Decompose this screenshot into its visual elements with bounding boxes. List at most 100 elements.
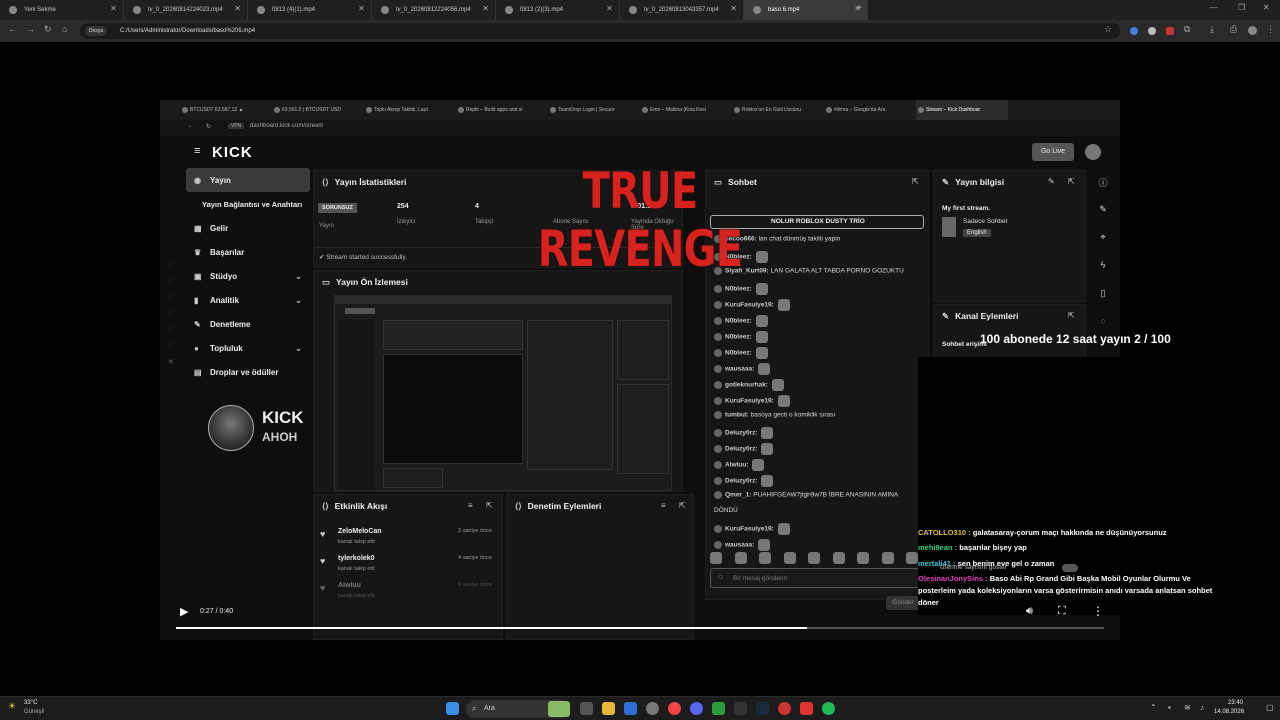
close-tab-icon[interactable]: ✕ (606, 4, 613, 13)
download-icon[interactable]: ⤓ (1210, 24, 1214, 35)
search-icon: ⌕ (472, 704, 477, 713)
extensions-puzzle-icon[interactable]: ⧉ (1184, 24, 1190, 35)
home-icon[interactable]: ⌂ (62, 24, 67, 34)
extension-icon[interactable] (1130, 27, 1138, 35)
activity-icon: ⟨⟩ (322, 501, 329, 511)
tray-icon[interactable]: ▪ (1168, 703, 1171, 712)
file-explorer-icon[interactable] (602, 702, 615, 715)
back-icon[interactable]: ← (8, 24, 17, 34)
spotify-icon[interactable] (822, 702, 835, 715)
store-icon[interactable] (624, 702, 637, 715)
tray-chevron-icon[interactable]: ⌃ (1150, 703, 1157, 712)
app-icon[interactable] (800, 702, 813, 715)
weather-temp[interactable]: 33°C (24, 700, 37, 706)
terminal-icon[interactable] (734, 702, 747, 715)
menu-dots-icon[interactable]: ⋮ (1266, 24, 1275, 35)
volume-icon[interactable]: 🔊︎ (1026, 605, 1033, 618)
close-window-icon[interactable]: ✕ (1263, 3, 1270, 12)
emote-icon (777, 299, 790, 311)
close-tab-icon[interactable]: ✕ (482, 4, 489, 13)
site-info-chip[interactable]: Dosya (85, 26, 108, 36)
emote-bar (708, 552, 918, 564)
overlay-user: mehi9ean : (918, 543, 958, 552)
chat-placeholder: Bir mesaj gönderin (733, 575, 788, 582)
emote-icon (758, 363, 771, 375)
browser-tab-active[interactable]: baso 6.mp4 ✕ (744, 0, 868, 20)
edge-icon: ◌ (168, 326, 173, 333)
new-tab-icon[interactable]: + (856, 3, 862, 14)
overlay-user: CATOLLO310 : (918, 528, 971, 537)
popout-icon: ⇱ (1068, 311, 1075, 320)
discord-icon[interactable] (690, 702, 703, 715)
kick-app-icon[interactable] (712, 702, 725, 715)
card-title: KICK (262, 408, 304, 427)
notification-icon[interactable]: ▢ (1266, 703, 1274, 712)
close-tab-icon[interactable]: ✕ (234, 4, 241, 13)
reload-icon[interactable]: ↻ (44, 24, 52, 35)
fullscreen-icon[interactable]: ⛶ (1058, 605, 1066, 618)
chat-message: KuruFasulye19: (714, 299, 790, 311)
more-options-icon[interactable]: ⋮ (1092, 604, 1104, 618)
file-icon: ▯ (1100, 288, 1106, 298)
chat-text: LAN GALATA ALT TABDA PORNO GOZUKTU (770, 267, 904, 275)
minimize-icon[interactable]: — (1210, 3, 1218, 12)
inner-address-bar: ← ↻ VPN dashboard.kick.com/stream (160, 120, 1120, 136)
stats-title: Yayın İstatistikleri (334, 177, 407, 187)
browser-tab[interactable]: Yeni Sekme ✕ (0, 0, 124, 20)
overlay-message: CATOLLO310 : galatasaray-çorum maçı hakk… (918, 527, 1198, 539)
followers-value: 4 (475, 203, 479, 210)
preview-stats (383, 320, 523, 350)
sidebar-item-gelir: ▦ Gelir (194, 223, 229, 233)
activity-action: kanalı takip etti (338, 593, 375, 599)
play-icon[interactable]: ▶ (180, 605, 188, 618)
widget-icon[interactable] (548, 701, 570, 717)
pen-icon: ✎ (1099, 204, 1107, 214)
clock-time[interactable]: 23:40 (1228, 700, 1243, 706)
star-icon[interactable]: ☆ (1104, 24, 1112, 35)
sidebar-item-topluluk: ● Topluluk ⌄ (194, 343, 302, 353)
close-tab-icon[interactable]: ✕ (110, 4, 117, 13)
maximize-icon[interactable]: ❐ (1238, 3, 1245, 12)
inner-reload-icon: ↻ (206, 124, 212, 130)
chrome-icon[interactable] (668, 702, 681, 715)
tab-favicon-icon (257, 6, 265, 14)
steam-icon[interactable] (756, 702, 769, 715)
sidebar-item-droplar: ▤ Droplar ve ödüller (194, 367, 279, 377)
preview-chat (527, 320, 613, 470)
seek-bar[interactable] (176, 627, 1104, 629)
edit-icon: ✎ (1048, 177, 1055, 186)
print-icon[interactable]: ⎙ (1230, 24, 1237, 35)
extension-icon[interactable] (1166, 27, 1174, 35)
popout-icon: ⇱ (1068, 177, 1075, 186)
forward-icon[interactable]: → (26, 24, 35, 34)
browser-tab[interactable]: tv_0_20260812224056.mp4 ✕ (372, 0, 496, 20)
tab-favicon-icon (133, 6, 141, 14)
close-tab-icon[interactable]: ✕ (730, 4, 737, 13)
preview-tab-strip (335, 296, 671, 304)
user-badge-icon (714, 301, 722, 309)
inner-tab: BTCUSDT 63,587,12 ▲ (180, 100, 272, 120)
close-tab-icon[interactable]: ✕ (358, 4, 365, 13)
chatgpt-icon[interactable] (646, 702, 659, 715)
browser-tab[interactable]: tv_0_20260814224023.mp4 ✕ (124, 0, 248, 20)
windows-start-icon[interactable] (446, 702, 459, 715)
chat-text: basoya gecti o komiklik sırası (750, 411, 836, 419)
extension-icon[interactable] (1148, 27, 1156, 35)
activity-item: ♥ ZeloMeloCan kanalı takip etti 3 saniye… (320, 527, 496, 551)
go-live-button: Go Live (1032, 143, 1074, 161)
browser-tab[interactable]: tv_0_20260813043357.mp4 ✕ (620, 0, 744, 20)
task-view-icon[interactable] (580, 702, 593, 715)
inner-tab: Roblox'un En Gizli Ussünu (732, 100, 824, 120)
edge-icon: ◌ (168, 262, 173, 269)
speaker-icon[interactable]: ♪ (1200, 703, 1204, 712)
obs-icon[interactable] (778, 702, 791, 715)
emote-icon (808, 552, 820, 564)
profile-avatar[interactable] (1248, 26, 1257, 35)
moderation-icon: ⟨⟩ (515, 501, 522, 511)
url-field[interactable]: Dosya C:/Users/Administrator/Downloads/b… (80, 23, 1120, 39)
browser-tab[interactable]: 0813 (2)(3).mp4 ✕ (496, 0, 620, 20)
wifi-icon[interactable]: ≋ (1184, 703, 1191, 712)
preview-sidebar (339, 320, 375, 490)
browser-tab[interactable]: 0813 (4)(1).mp4 ✕ (248, 0, 372, 20)
target-icon: ⌖ (1100, 232, 1106, 242)
